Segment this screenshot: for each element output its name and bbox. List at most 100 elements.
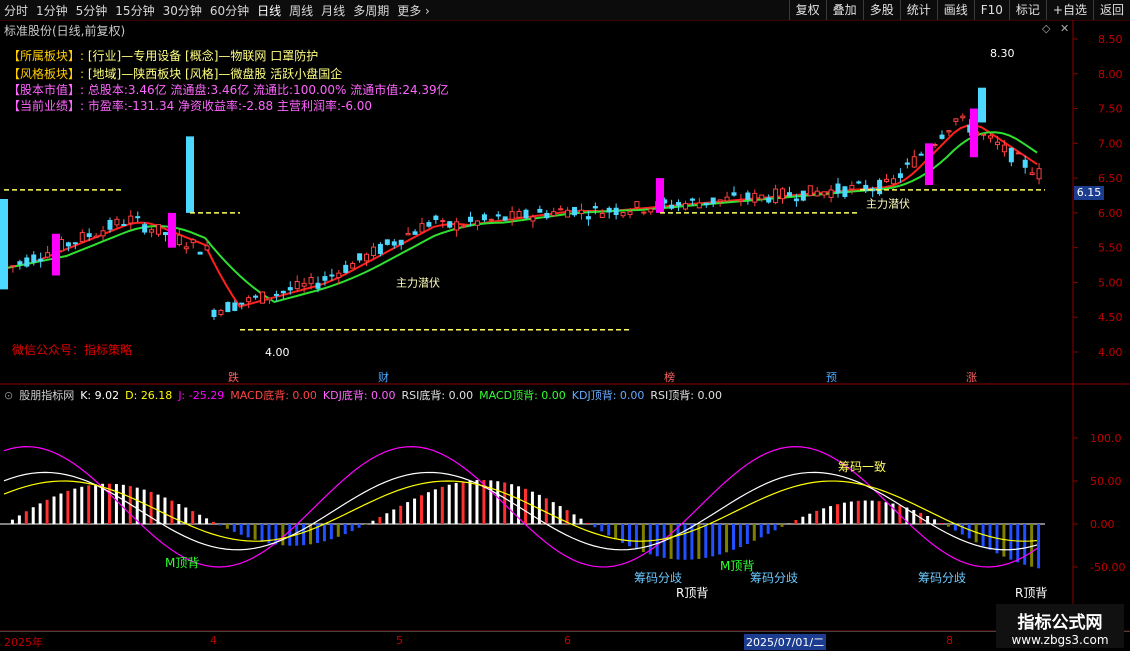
price-label: 7.00 [1098, 137, 1123, 150]
macd-bar [552, 502, 555, 524]
candle [718, 200, 722, 201]
candle [919, 154, 923, 155]
candle [725, 197, 729, 201]
event-marker: 预 [826, 371, 837, 384]
candle [961, 116, 965, 118]
candle [18, 262, 22, 264]
macd-bar [46, 500, 49, 524]
candle [774, 189, 778, 203]
macd-bar [406, 502, 409, 524]
candle [1016, 153, 1020, 154]
main-force-label: 主力潜伏 [396, 276, 440, 290]
highlight-candle [970, 109, 978, 158]
candle [912, 157, 916, 167]
indicator-label: 筹码分歧 [634, 571, 682, 585]
macd-bar [475, 480, 478, 524]
candle [496, 215, 500, 216]
macd-bar [767, 524, 770, 534]
macd-bar [635, 524, 638, 549]
candle [878, 180, 882, 193]
candle [808, 186, 812, 196]
macd-bar [337, 524, 340, 537]
candle [115, 219, 119, 225]
low-price-label: 4.00 [265, 346, 290, 359]
macd-bar [94, 484, 97, 524]
macd-bar [413, 499, 416, 524]
ind-label: 50.00 [1090, 475, 1122, 488]
candle [240, 303, 244, 304]
macd-bar [579, 519, 582, 524]
candle [600, 213, 604, 217]
candle [101, 231, 105, 236]
candle [746, 193, 750, 199]
candle [989, 136, 993, 138]
candle [351, 264, 355, 269]
candle [455, 222, 459, 230]
price-label: 4.50 [1098, 311, 1123, 324]
macd-bar [420, 495, 423, 524]
candle [226, 303, 230, 312]
candle [434, 216, 438, 219]
macd-bar [448, 485, 451, 524]
macd-bar [614, 524, 617, 539]
macd-bar [912, 510, 915, 524]
candle [753, 193, 757, 202]
candle [767, 198, 771, 202]
candle [122, 225, 126, 226]
candle [212, 310, 216, 316]
kline-chart[interactable]: 8.508.007.507.006.506.005.505.004.504.00… [0, 0, 1130, 650]
macd-bar [143, 490, 146, 524]
price-label: 7.50 [1098, 103, 1123, 116]
indicator-axis: 100.050.000.00-50.00 [0, 432, 1125, 574]
candle [87, 234, 91, 237]
macd-bar [163, 498, 166, 524]
candle [59, 240, 63, 251]
macd-bar [281, 524, 284, 545]
macd-bar [1009, 524, 1012, 560]
indicator-label: R顶背 [1015, 586, 1047, 600]
macd-bar [87, 485, 90, 524]
macd-bar [170, 501, 173, 524]
macd-bar [489, 480, 492, 524]
candle [73, 243, 77, 244]
candle [94, 236, 98, 237]
high-price-label: 8.30 [990, 47, 1015, 60]
macd-bar [968, 524, 971, 538]
macd-bar [829, 506, 832, 524]
macd-bar [524, 489, 527, 524]
macd-bar [683, 524, 686, 560]
candle [586, 217, 590, 219]
macd-bar [857, 501, 860, 524]
macd-bar [822, 508, 825, 524]
macd-bar [711, 524, 714, 556]
macd-bar [11, 520, 14, 524]
candle [905, 163, 909, 164]
candle [829, 190, 833, 197]
macd-bar [718, 524, 721, 555]
macd-bar [677, 524, 680, 560]
macd-bar [378, 517, 381, 524]
candle [573, 208, 577, 215]
candle [607, 208, 611, 212]
macd-bar [808, 514, 811, 524]
gear-icon[interactable]: ⊙ [4, 389, 13, 402]
macd-bar [25, 511, 28, 524]
macd-bar [32, 507, 35, 524]
candle [302, 283, 306, 286]
candle [1002, 145, 1006, 152]
macd-bar [462, 482, 465, 524]
macd-bar [198, 515, 201, 524]
macd-bar [240, 524, 243, 535]
candle [261, 292, 265, 303]
macd-bar [1037, 524, 1040, 568]
candle [995, 142, 999, 144]
candle [593, 207, 597, 208]
candle [337, 273, 341, 277]
macd-bar [39, 503, 42, 524]
macd-bar [885, 502, 888, 524]
candle [108, 220, 112, 229]
candle [822, 192, 826, 195]
macd-bar [323, 524, 326, 541]
candle [794, 199, 798, 201]
candle [954, 119, 958, 122]
